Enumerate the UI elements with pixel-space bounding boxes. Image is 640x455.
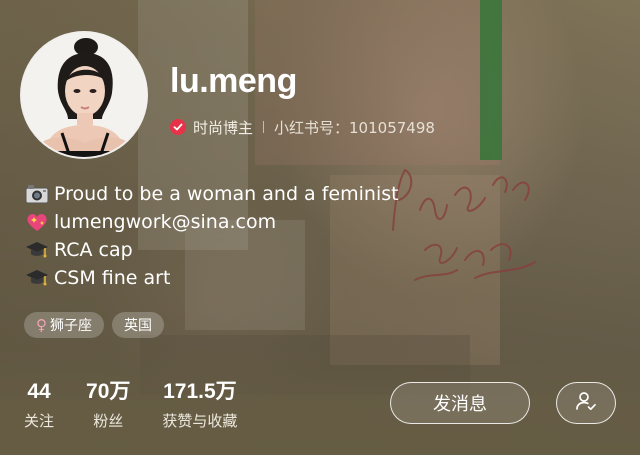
bio: Proud to be a woman and a feminist lumen… (24, 180, 399, 292)
redbook-id: 小红书号：101057498 (274, 118, 435, 137)
stat-likes-collects[interactable]: 171.5万 获赞与收藏 (162, 380, 237, 431)
stat-label: 粉丝 (93, 412, 124, 430)
following-button[interactable] (556, 382, 616, 424)
stat-value: 171.5万 (163, 380, 237, 403)
tag-label: 狮子座 (50, 318, 92, 334)
avatar[interactable] (22, 33, 146, 157)
bio-text[interactable]: lumengwork@sina.com (54, 208, 276, 236)
camera-icon (24, 183, 50, 205)
female-icon: ♀ (36, 316, 47, 334)
send-message-label: 发消息 (433, 394, 487, 415)
role-label: 时尚博主 (193, 118, 254, 137)
graduation-cap-icon (24, 267, 50, 289)
bio-text: RCA cap (54, 239, 133, 261)
graduation-cap-icon (24, 239, 50, 261)
tag-location[interactable]: 英国 (112, 312, 164, 338)
send-message-button[interactable]: 发消息 (390, 382, 530, 424)
profile-stats: 44 关注 70万 粉丝 171.5万 获赞与收藏 (24, 380, 269, 431)
sparkling-heart-icon (24, 211, 50, 233)
user-check-icon (574, 389, 598, 417)
profile-tags: ♀ 狮子座 英国 (24, 312, 164, 338)
stat-value: 44 (27, 380, 51, 403)
bio-line: CSM fine art (24, 264, 399, 292)
bio-text: CSM fine art (54, 267, 171, 289)
divider (263, 121, 265, 133)
bio-line: lumengwork@sina.com (24, 208, 399, 236)
bio-line: RCA cap (24, 236, 399, 264)
verified-check-icon (170, 119, 186, 135)
tag-zodiac[interactable]: ♀ 狮子座 (24, 312, 104, 338)
stat-following[interactable]: 44 关注 (24, 380, 54, 431)
stat-label: 获赞与收藏 (162, 412, 238, 430)
verified-badge-row: 时尚博主 小红书号：101057498 (170, 116, 435, 138)
username: lu.meng (170, 62, 297, 100)
stat-label: 关注 (24, 412, 55, 430)
tag-label: 英国 (124, 318, 152, 334)
stat-value: 70万 (86, 380, 131, 403)
bio-text: Proud to be a woman and a feminist (54, 183, 399, 205)
bio-line: Proud to be a woman and a feminist (24, 180, 399, 208)
avatar-portrait (22, 33, 146, 157)
stat-followers[interactable]: 70万 粉丝 (86, 380, 130, 431)
